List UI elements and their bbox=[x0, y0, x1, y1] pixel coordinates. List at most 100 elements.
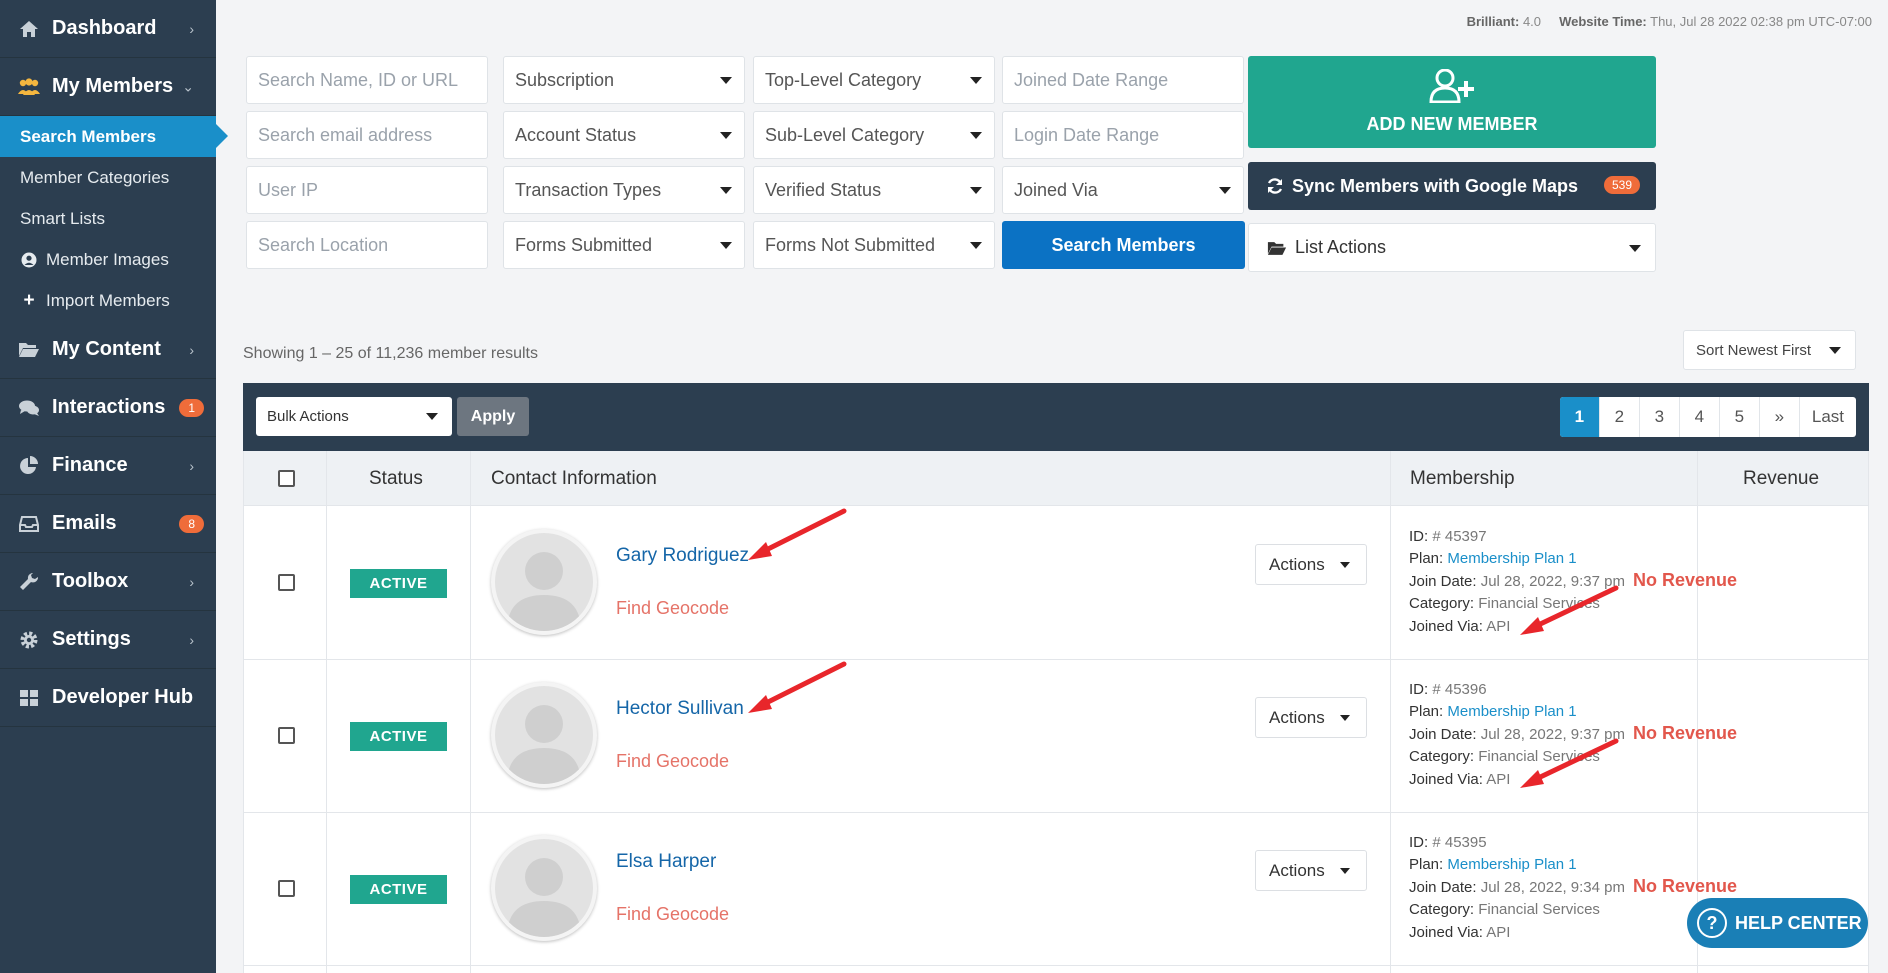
page-link[interactable]: 4 bbox=[1680, 397, 1720, 437]
member-name-link[interactable]: Gary Rodriguez bbox=[616, 545, 749, 567]
page-link[interactable]: 3 bbox=[1640, 397, 1680, 437]
category-label: Category: bbox=[1409, 595, 1475, 613]
search-name-input[interactable]: Search Name, ID or URL bbox=[246, 56, 488, 104]
nav-my-members[interactable]: My Members ⌄ bbox=[0, 58, 216, 116]
plan-link[interactable]: Membership Plan 1 bbox=[1447, 856, 1576, 873]
nav-emails[interactable]: Emails 8 bbox=[0, 495, 216, 553]
wrench-icon bbox=[16, 571, 42, 593]
add-new-member-button[interactable]: ADD NEW MEMBER bbox=[1248, 56, 1656, 148]
last-page-link[interactable]: Last bbox=[1800, 397, 1856, 437]
submenu-import-members[interactable]: + Import Members bbox=[0, 280, 216, 321]
verified-status-select[interactable]: Verified Status bbox=[753, 166, 995, 214]
select-value: Bulk Actions bbox=[267, 408, 349, 425]
table-toolbar: Bulk Actions Apply 1 2 3 4 5 » Last bbox=[243, 383, 1869, 451]
member-name-link[interactable]: Elsa Harper bbox=[616, 851, 716, 873]
placeholder: Search email address bbox=[258, 124, 433, 145]
via-label: Joined Via: bbox=[1409, 617, 1483, 635]
next-page-link[interactable]: » bbox=[1760, 397, 1800, 437]
forms-submitted-select[interactable]: Forms Submitted bbox=[503, 221, 745, 269]
plan-link[interactable]: Membership Plan 1 bbox=[1447, 703, 1576, 720]
page-link[interactable]: 2 bbox=[1600, 397, 1640, 437]
submenu-label: Search Members bbox=[20, 126, 157, 146]
search-email-input[interactable]: Search email address bbox=[246, 111, 488, 159]
time-label: Website Time: bbox=[1559, 14, 1647, 29]
nav-developer-hub[interactable]: Developer Hub bbox=[0, 669, 216, 727]
actions-dropdown[interactable]: Actions bbox=[1255, 697, 1367, 738]
search-members-button[interactable]: Search Members bbox=[1002, 221, 1245, 269]
inbox-icon bbox=[16, 513, 42, 535]
avatar bbox=[491, 529, 597, 635]
folder-icon bbox=[16, 339, 42, 361]
caret-down-icon bbox=[426, 413, 438, 420]
login-date-range-input[interactable]: Login Date Range bbox=[1002, 111, 1244, 159]
select-value: Sub-Level Category bbox=[765, 124, 925, 145]
member-name-link[interactable]: Hector Sullivan bbox=[616, 698, 744, 720]
select-value: Forms Not Submitted bbox=[765, 234, 936, 255]
nav-label: Toolbox bbox=[52, 570, 129, 592]
submenu-member-categories[interactable]: Member Categories bbox=[0, 157, 216, 198]
nav-label: Interactions bbox=[52, 396, 166, 418]
nav-finance[interactable]: Finance › bbox=[0, 437, 216, 495]
submenu-label: Smart Lists bbox=[20, 208, 106, 228]
plan-link[interactable]: Membership Plan 1 bbox=[1447, 550, 1576, 567]
find-geocode-link[interactable]: Find Geocode bbox=[616, 751, 729, 772]
add-user-icon bbox=[1428, 68, 1476, 108]
dropdown-label: Actions bbox=[1269, 554, 1325, 574]
submenu-member-images[interactable]: Member Images bbox=[0, 239, 216, 280]
nav-label: Emails bbox=[52, 512, 117, 534]
dropdown-label: Actions bbox=[1269, 707, 1325, 727]
join-label: Join Date: bbox=[1409, 725, 1477, 743]
actions-dropdown[interactable]: Actions bbox=[1255, 544, 1367, 585]
nav-toolbox[interactable]: Toolbox › bbox=[0, 553, 216, 611]
sort-select[interactable]: Sort Newest First bbox=[1683, 330, 1856, 370]
sidebar: Dashboard › My Members ⌄ Search Members … bbox=[0, 0, 228, 973]
count-badge: 539 bbox=[1603, 176, 1640, 194]
apply-button[interactable]: Apply bbox=[457, 397, 529, 436]
select-value: Subscription bbox=[515, 69, 615, 90]
transaction-types-select[interactable]: Transaction Types bbox=[503, 166, 745, 214]
help-center-button[interactable]: ? HELP CENTER bbox=[1687, 898, 1868, 948]
via-label: Joined Via: bbox=[1409, 923, 1483, 941]
list-actions-dropdown[interactable]: List Actions bbox=[1248, 223, 1656, 272]
nav-settings[interactable]: Settings › bbox=[0, 611, 216, 669]
row-checkbox[interactable] bbox=[278, 880, 295, 897]
caret-down-icon bbox=[1629, 245, 1641, 252]
caret-down-icon bbox=[970, 242, 982, 249]
nav-my-content[interactable]: My Content › bbox=[0, 321, 216, 379]
nav-label: My Content bbox=[52, 338, 161, 360]
dropdown-label: Actions bbox=[1269, 860, 1325, 880]
forms-not-submitted-select[interactable]: Forms Not Submitted bbox=[753, 221, 995, 269]
select-value: Joined Via bbox=[1014, 179, 1098, 200]
page-link[interactable]: 1 bbox=[1559, 397, 1600, 437]
find-geocode-link[interactable]: Find Geocode bbox=[616, 904, 729, 925]
nav-dashboard[interactable]: Dashboard › bbox=[0, 0, 216, 58]
find-geocode-link[interactable]: Find Geocode bbox=[616, 598, 729, 619]
joined-date-range-input[interactable]: Joined Date Range bbox=[1002, 56, 1244, 104]
column-header-revenue: Revenue bbox=[1743, 467, 1820, 489]
top-category-select[interactable]: Top-Level Category bbox=[753, 56, 995, 104]
bulk-actions-select[interactable]: Bulk Actions bbox=[256, 397, 452, 436]
avatar bbox=[491, 682, 597, 788]
nav-interactions[interactable]: Interactions 1 bbox=[0, 379, 216, 437]
row-checkbox[interactable] bbox=[278, 727, 295, 744]
sub-category-select[interactable]: Sub-Level Category bbox=[753, 111, 995, 159]
select-value: Sort Newest First bbox=[1696, 341, 1812, 359]
select-value: Transaction Types bbox=[515, 179, 662, 200]
notification-badge: 1 bbox=[179, 398, 204, 417]
chevron-right-icon: › bbox=[189, 341, 194, 358]
join-label: Join Date: bbox=[1409, 878, 1477, 896]
submenu-smart-lists[interactable]: Smart Lists bbox=[0, 198, 216, 239]
row-checkbox[interactable] bbox=[278, 574, 295, 591]
joined-via-select[interactable]: Joined Via bbox=[1002, 166, 1244, 214]
submenu-label: Member Images bbox=[46, 249, 169, 269]
search-location-input[interactable]: Search Location bbox=[246, 221, 488, 269]
account-status-select[interactable]: Account Status bbox=[503, 111, 745, 159]
sync-google-maps-button[interactable]: Sync Members with Google Maps 539 bbox=[1248, 162, 1656, 210]
select-all-checkbox[interactable] bbox=[278, 470, 295, 487]
submenu-label: Member Categories bbox=[20, 167, 170, 187]
subscription-select[interactable]: Subscription bbox=[503, 56, 745, 104]
submenu-search-members[interactable]: Search Members bbox=[0, 116, 228, 157]
user-ip-input[interactable]: User IP bbox=[246, 166, 488, 214]
actions-dropdown[interactable]: Actions bbox=[1255, 850, 1367, 891]
page-link[interactable]: 5 bbox=[1720, 397, 1760, 437]
